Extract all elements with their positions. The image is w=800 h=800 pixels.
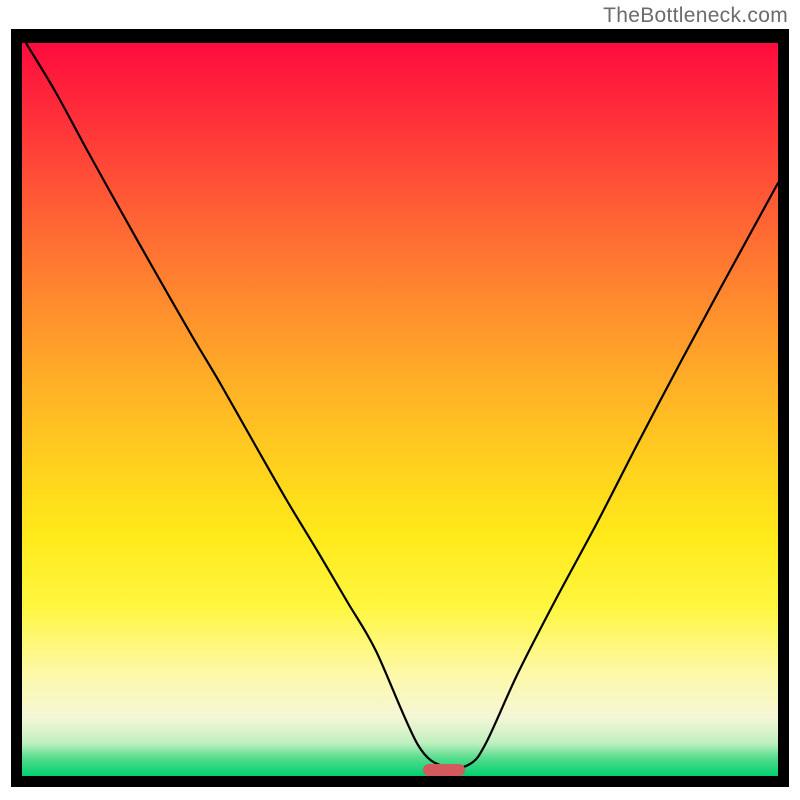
watermark-text: TheBottleneck.com (603, 4, 788, 28)
plot-svg (22, 43, 778, 776)
plot-area (22, 43, 778, 776)
chart-frame (11, 29, 789, 787)
bottleneck-curve (26, 43, 778, 768)
bottleneck-marker (423, 764, 465, 776)
chart-root: TheBottleneck.com (0, 0, 800, 800)
